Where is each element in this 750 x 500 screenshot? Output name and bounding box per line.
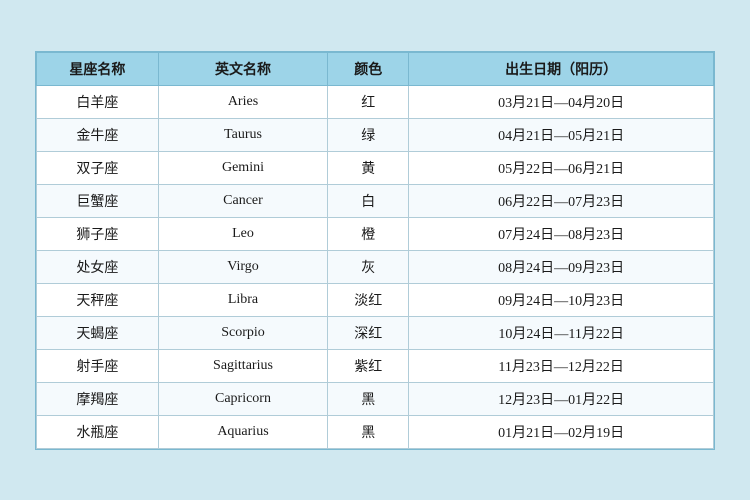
table-header-row: 星座名称 英文名称 颜色 出生日期（阳历） [37, 52, 714, 85]
cell-color: 灰 [328, 250, 409, 283]
zodiac-table: 星座名称 英文名称 颜色 出生日期（阳历） 白羊座Aries红03月21日—04… [36, 52, 714, 449]
cell-zh-name: 白羊座 [37, 85, 159, 118]
cell-color: 黑 [328, 415, 409, 448]
table-row: 狮子座Leo橙07月24日—08月23日 [37, 217, 714, 250]
table-row: 巨蟹座Cancer白06月22日—07月23日 [37, 184, 714, 217]
cell-date: 10月24日—11月22日 [409, 316, 714, 349]
cell-zh-name: 天秤座 [37, 283, 159, 316]
cell-en-name: Taurus [158, 118, 327, 151]
cell-en-name: Libra [158, 283, 327, 316]
cell-en-name: Cancer [158, 184, 327, 217]
table-row: 处女座Virgo灰08月24日—09月23日 [37, 250, 714, 283]
cell-zh-name: 水瓶座 [37, 415, 159, 448]
cell-color: 黑 [328, 382, 409, 415]
cell-zh-name: 天蝎座 [37, 316, 159, 349]
cell-zh-name: 摩羯座 [37, 382, 159, 415]
table-row: 天秤座Libra淡红09月24日—10月23日 [37, 283, 714, 316]
cell-zh-name: 巨蟹座 [37, 184, 159, 217]
cell-color: 深红 [328, 316, 409, 349]
header-zh-name: 星座名称 [37, 52, 159, 85]
cell-en-name: Capricorn [158, 382, 327, 415]
cell-color: 红 [328, 85, 409, 118]
table-row: 天蝎座Scorpio深红10月24日—11月22日 [37, 316, 714, 349]
cell-zh-name: 处女座 [37, 250, 159, 283]
cell-color: 淡红 [328, 283, 409, 316]
cell-date: 07月24日—08月23日 [409, 217, 714, 250]
cell-color: 黄 [328, 151, 409, 184]
cell-en-name: Sagittarius [158, 349, 327, 382]
cell-color: 紫红 [328, 349, 409, 382]
table-row: 金牛座Taurus绿04月21日—05月21日 [37, 118, 714, 151]
zodiac-table-container: 星座名称 英文名称 颜色 出生日期（阳历） 白羊座Aries红03月21日—04… [35, 51, 715, 450]
table-row: 水瓶座Aquarius黑01月21日—02月19日 [37, 415, 714, 448]
table-row: 摩羯座Capricorn黑12月23日—01月22日 [37, 382, 714, 415]
cell-zh-name: 金牛座 [37, 118, 159, 151]
table-row: 射手座Sagittarius紫红11月23日—12月22日 [37, 349, 714, 382]
cell-date: 01月21日—02月19日 [409, 415, 714, 448]
cell-date: 04月21日—05月21日 [409, 118, 714, 151]
cell-en-name: Aries [158, 85, 327, 118]
cell-date: 05月22日—06月21日 [409, 151, 714, 184]
table-row: 双子座Gemini黄05月22日—06月21日 [37, 151, 714, 184]
table-body: 白羊座Aries红03月21日—04月20日金牛座Taurus绿04月21日—0… [37, 85, 714, 448]
header-color: 颜色 [328, 52, 409, 85]
cell-en-name: Leo [158, 217, 327, 250]
cell-zh-name: 狮子座 [37, 217, 159, 250]
table-row: 白羊座Aries红03月21日—04月20日 [37, 85, 714, 118]
cell-date: 03月21日—04月20日 [409, 85, 714, 118]
cell-zh-name: 射手座 [37, 349, 159, 382]
cell-en-name: Gemini [158, 151, 327, 184]
header-en-name: 英文名称 [158, 52, 327, 85]
cell-zh-name: 双子座 [37, 151, 159, 184]
cell-date: 08月24日—09月23日 [409, 250, 714, 283]
cell-date: 06月22日—07月23日 [409, 184, 714, 217]
header-date: 出生日期（阳历） [409, 52, 714, 85]
cell-color: 橙 [328, 217, 409, 250]
cell-en-name: Virgo [158, 250, 327, 283]
cell-en-name: Scorpio [158, 316, 327, 349]
cell-date: 11月23日—12月22日 [409, 349, 714, 382]
cell-en-name: Aquarius [158, 415, 327, 448]
cell-color: 白 [328, 184, 409, 217]
cell-date: 12月23日—01月22日 [409, 382, 714, 415]
cell-color: 绿 [328, 118, 409, 151]
cell-date: 09月24日—10月23日 [409, 283, 714, 316]
